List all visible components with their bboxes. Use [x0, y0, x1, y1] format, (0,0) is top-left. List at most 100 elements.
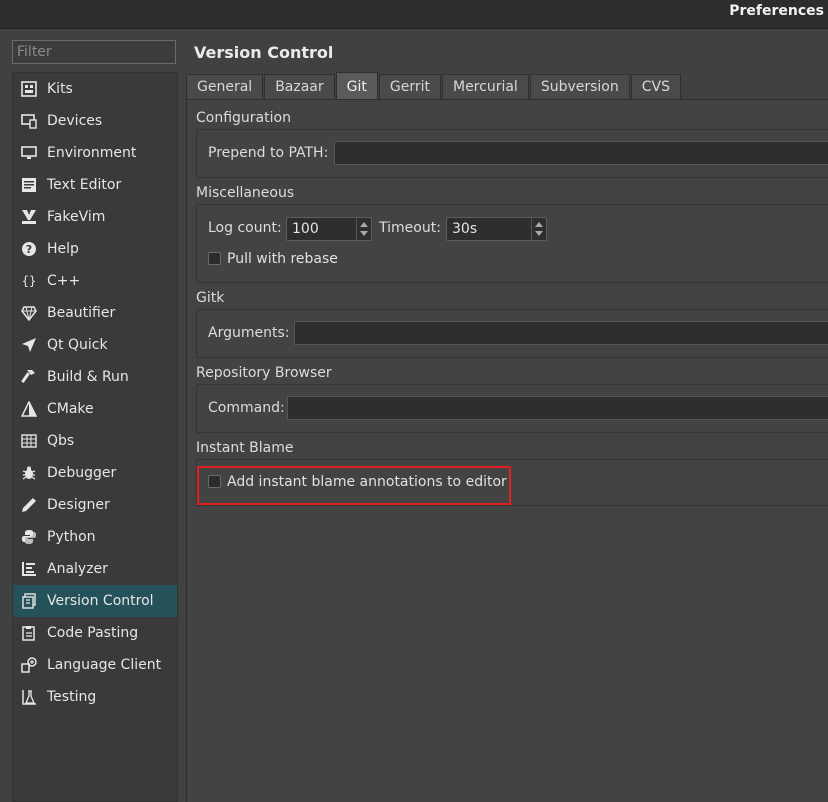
sidebar-item-label: Python	[47, 529, 96, 545]
sidebar-item-label: Version Control	[47, 593, 154, 609]
sidebar-item-label: Devices	[47, 113, 103, 129]
sidebar-item-label: Testing	[47, 689, 97, 705]
sidebar-item-label: Text Editor	[47, 177, 122, 193]
tab-cvs[interactable]: CVS	[630, 74, 681, 100]
hammer-icon	[19, 367, 39, 387]
cmake-icon	[19, 399, 39, 419]
sidebar-item-label: Environment	[47, 145, 137, 161]
spin-arrows[interactable]	[531, 218, 546, 240]
configuration-group-title: Configuration	[196, 110, 291, 126]
sidebar-item-version-control[interactable]: Version Control	[13, 585, 177, 617]
chevron-up-icon[interactable]	[360, 222, 368, 227]
sidebar-item-environment[interactable]: Environment	[13, 137, 177, 169]
sidebar-item-qbs[interactable]: Qbs	[13, 425, 177, 457]
timeout-value: 30s	[452, 221, 478, 237]
qbs-icon	[19, 431, 39, 451]
sidebar-item-python[interactable]: Python	[13, 521, 177, 553]
prepend-path-input[interactable]	[334, 141, 828, 165]
gitk-arguments-input[interactable]	[294, 321, 828, 345]
tab-subversion[interactable]: Subversion	[529, 74, 630, 100]
prepend-path-label: Prepend to PATH:	[208, 145, 329, 161]
window-title: Preferences	[729, 3, 824, 19]
monitor-icon	[19, 143, 39, 163]
log-count-value: 100	[292, 221, 319, 237]
highlight-box	[197, 466, 511, 505]
tab-bar: General Bazaar Git Gerrit Mercurial Subv…	[186, 72, 682, 100]
fakevim-icon	[19, 207, 39, 227]
sidebar-item-debugger[interactable]: Debugger	[13, 457, 177, 489]
testing-icon	[19, 687, 39, 707]
chevron-up-icon[interactable]	[535, 222, 543, 227]
chevron-down-icon[interactable]	[535, 231, 543, 236]
log-count-spinbox[interactable]: 100	[286, 217, 372, 241]
log-count-label: Log count:	[208, 220, 282, 236]
sidebar-item-cpp[interactable]: {} C++	[13, 265, 177, 297]
help-icon: ?	[19, 239, 39, 259]
text-editor-icon	[19, 175, 39, 195]
sidebar-item-fakevim[interactable]: FakeVim	[13, 201, 177, 233]
kits-icon	[19, 79, 39, 99]
qtquick-icon	[19, 335, 39, 355]
tab-bazaar[interactable]: Bazaar	[264, 74, 335, 100]
repo-command-label: Command:	[208, 400, 285, 416]
sidebar-item-code-pasting[interactable]: Code Pasting	[13, 617, 177, 649]
sidebar-item-build-run[interactable]: Build & Run	[13, 361, 177, 393]
title-bar: Preferences	[0, 0, 828, 29]
paste-icon	[19, 623, 39, 643]
sidebar-item-label: Debugger	[47, 465, 117, 481]
sidebar-item-label: C++	[47, 273, 81, 289]
sidebar-item-label: Kits	[47, 81, 73, 97]
sidebar-item-text-editor[interactable]: Text Editor	[13, 169, 177, 201]
sidebar-item-label: FakeVim	[47, 209, 106, 225]
version-control-icon	[19, 591, 39, 611]
sidebar-item-label: Code Pasting	[47, 625, 139, 641]
diamond-icon	[19, 303, 39, 323]
gitk-arguments-label: Arguments:	[208, 325, 290, 341]
devices-icon	[19, 111, 39, 131]
language-client-icon	[19, 655, 39, 675]
sidebar-item-designer[interactable]: Designer	[13, 489, 177, 521]
gitk-group-title: Gitk	[196, 290, 225, 306]
repo-browser-group-title: Repository Browser	[196, 365, 332, 381]
spin-arrows[interactable]	[356, 218, 371, 240]
sidebar-item-label: Analyzer	[47, 561, 108, 577]
sidebar-item-devices[interactable]: Devices	[13, 105, 177, 137]
tab-mercurial[interactable]: Mercurial	[441, 74, 529, 100]
sidebar-item-label: Qt Quick	[47, 337, 108, 353]
sidebar-item-beautifier[interactable]: Beautifier	[13, 297, 177, 329]
sidebar-item-help[interactable]: ? Help	[13, 233, 177, 265]
sidebar-item-label: Help	[47, 241, 79, 257]
tab-gerrit[interactable]: Gerrit	[378, 74, 441, 100]
sidebar-item-label: CMake	[47, 401, 94, 417]
sidebar-item-label: Qbs	[47, 433, 75, 449]
repo-command-input[interactable]	[287, 396, 828, 420]
sidebar: Kits Devices Environment Text Editor Fak…	[12, 72, 178, 802]
sidebar-item-label: Build & Run	[47, 369, 129, 385]
pen-icon	[19, 495, 39, 515]
instant-blame-group-title: Instant Blame	[196, 440, 294, 456]
tab-git[interactable]: Git	[335, 72, 378, 100]
pull-rebase-label[interactable]: Pull with rebase	[227, 251, 338, 267]
svg-text:{}: {}	[22, 274, 36, 288]
sidebar-item-qt-quick[interactable]: Qt Quick	[13, 329, 177, 361]
filter-input[interactable]	[12, 40, 176, 64]
analyzer-icon	[19, 559, 39, 579]
python-icon	[19, 527, 39, 547]
sidebar-item-analyzer[interactable]: Analyzer	[13, 553, 177, 585]
chevron-down-icon[interactable]	[360, 231, 368, 236]
sidebar-item-cmake[interactable]: CMake	[13, 393, 177, 425]
timeout-label: Timeout:	[379, 220, 441, 236]
bug-icon	[19, 463, 39, 483]
timeout-spinbox[interactable]: 30s	[446, 217, 547, 241]
sidebar-item-testing[interactable]: Testing	[13, 681, 177, 713]
sidebar-item-language-client[interactable]: Language Client	[13, 649, 177, 681]
sidebar-item-label: Beautifier	[47, 305, 116, 321]
sidebar-item-kits[interactable]: Kits	[13, 73, 177, 105]
pull-rebase-checkbox[interactable]	[208, 252, 221, 265]
misc-group	[196, 204, 828, 283]
svg-text:?: ?	[26, 243, 32, 256]
tab-general[interactable]: General	[186, 74, 264, 100]
misc-group-title: Miscellaneous	[196, 185, 295, 201]
sidebar-item-label: Designer	[47, 497, 110, 513]
braces-icon: {}	[19, 271, 39, 291]
